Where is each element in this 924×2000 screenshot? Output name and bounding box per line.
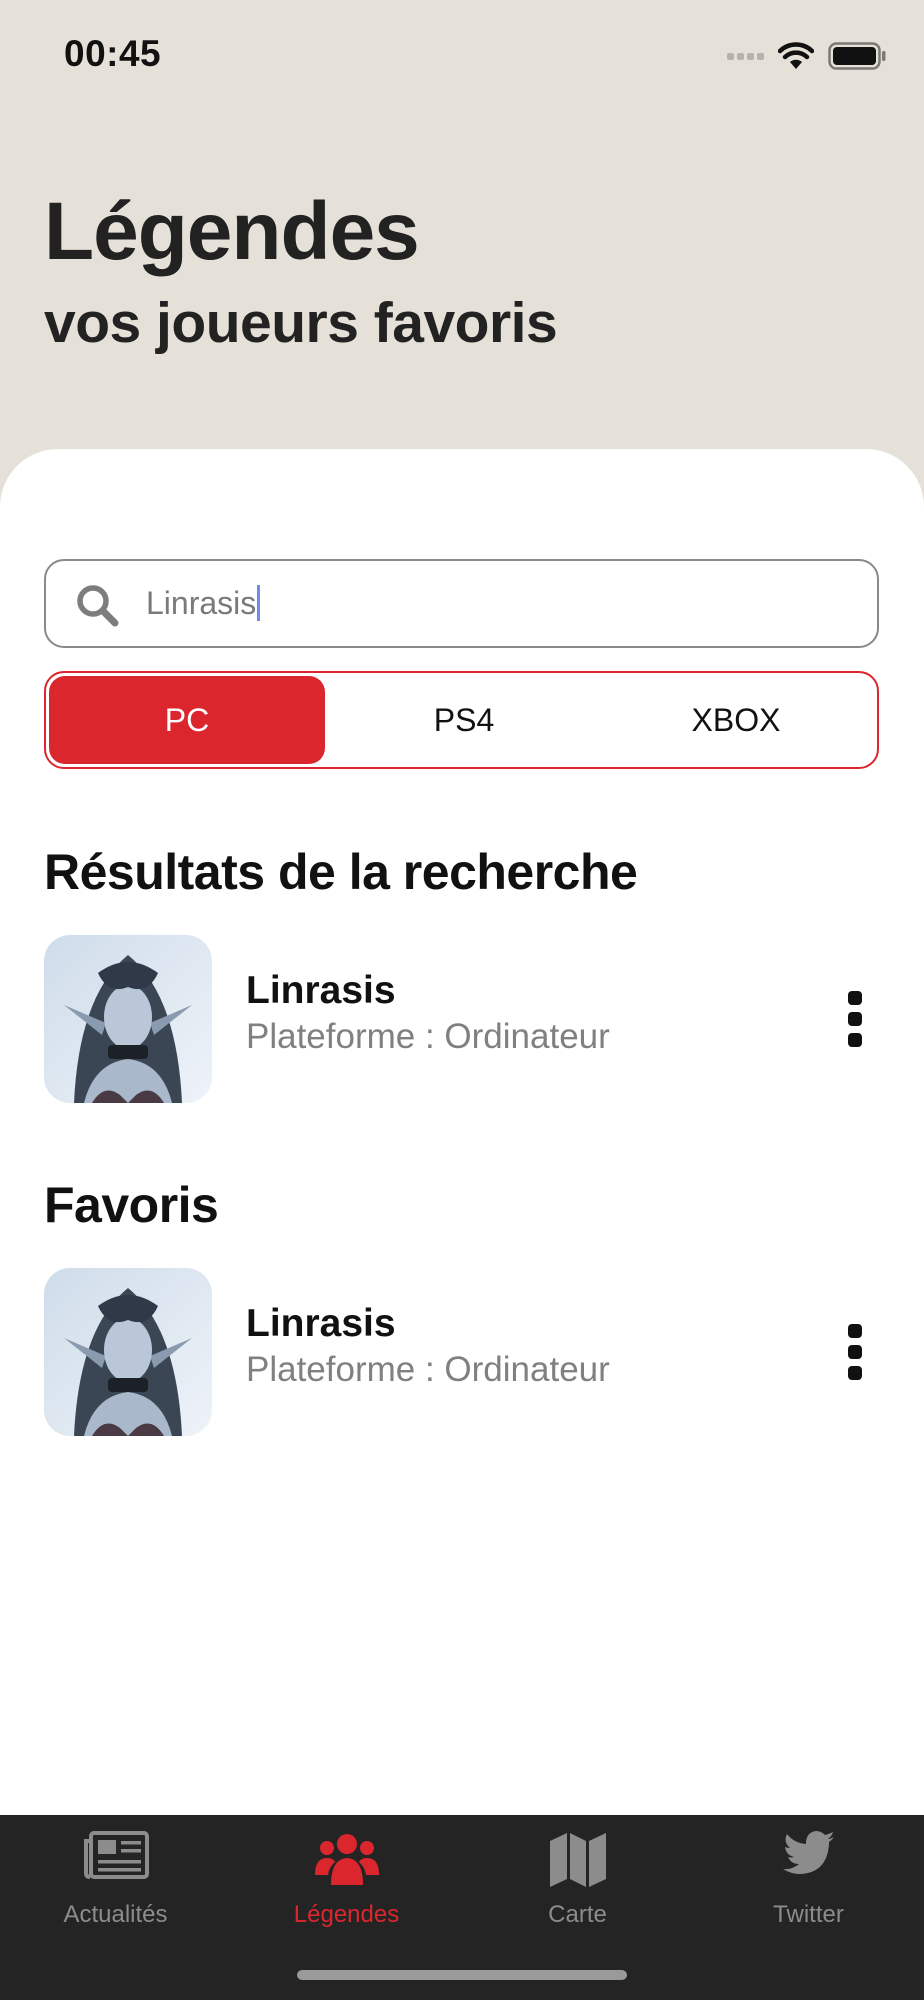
home-indicator xyxy=(297,1970,627,1980)
status-icons xyxy=(727,38,886,74)
twitter-icon xyxy=(782,1831,834,1874)
search-bar[interactable]: Linrasis xyxy=(44,559,879,648)
player-avatar xyxy=(44,935,212,1103)
wifi-icon xyxy=(778,42,814,69)
player-platform: Plateforme : Ordinateur xyxy=(246,1017,610,1056)
player-platform: Plateforme : Ordinateur xyxy=(246,1350,610,1389)
page-subtitle: vos joueurs favoris xyxy=(44,291,558,355)
more-options-button[interactable] xyxy=(839,1324,871,1380)
page-title: Légendes xyxy=(44,186,420,277)
text-caret xyxy=(257,585,261,621)
segment-pc[interactable]: PC xyxy=(49,676,325,764)
tab-label: Légendes xyxy=(293,1901,400,1928)
tab-carte[interactable]: Carte xyxy=(462,1815,693,1935)
tab-label: Carte xyxy=(548,1901,607,1928)
content-card xyxy=(0,449,924,1815)
player-name: Linrasis xyxy=(246,969,396,1012)
search-input-value: Linrasis xyxy=(146,584,257,621)
users-icon xyxy=(314,1834,379,1885)
segment-xbox[interactable]: XBOX xyxy=(598,676,874,764)
favorites-section-title: Favoris xyxy=(44,1177,219,1233)
player-avatar xyxy=(44,1268,212,1436)
tab-label: Actualités xyxy=(63,1901,168,1928)
status-bar: 00:45 xyxy=(0,0,924,110)
search-icon xyxy=(77,585,119,627)
tab-legendes[interactable]: Légendes xyxy=(231,1815,462,1935)
signal-icon xyxy=(727,52,764,60)
player-name: Linrasis xyxy=(246,1302,396,1345)
tab-actualites[interactable]: Actualités xyxy=(0,1815,231,1935)
battery-icon xyxy=(828,42,886,70)
tab-twitter[interactable]: Twitter xyxy=(693,1815,924,1935)
tab-label: Twitter xyxy=(773,1901,844,1928)
favorite-player-row[interactable]: Linrasis Plateforme : Ordinateur xyxy=(44,1268,879,1436)
map-icon xyxy=(549,1833,606,1887)
status-time: 00:45 xyxy=(64,33,162,74)
result-player-row[interactable]: Linrasis Plateforme : Ordinateur xyxy=(44,935,879,1103)
results-section-title: Résultats de la recherche xyxy=(44,844,638,900)
segment-ps4[interactable]: PS4 xyxy=(326,676,602,764)
more-options-button[interactable] xyxy=(839,991,871,1047)
platform-segmented-control: PC PS4 XBOX xyxy=(44,671,879,769)
newspaper-icon xyxy=(83,1831,149,1879)
search-input[interactable]: Linrasis xyxy=(146,561,846,645)
